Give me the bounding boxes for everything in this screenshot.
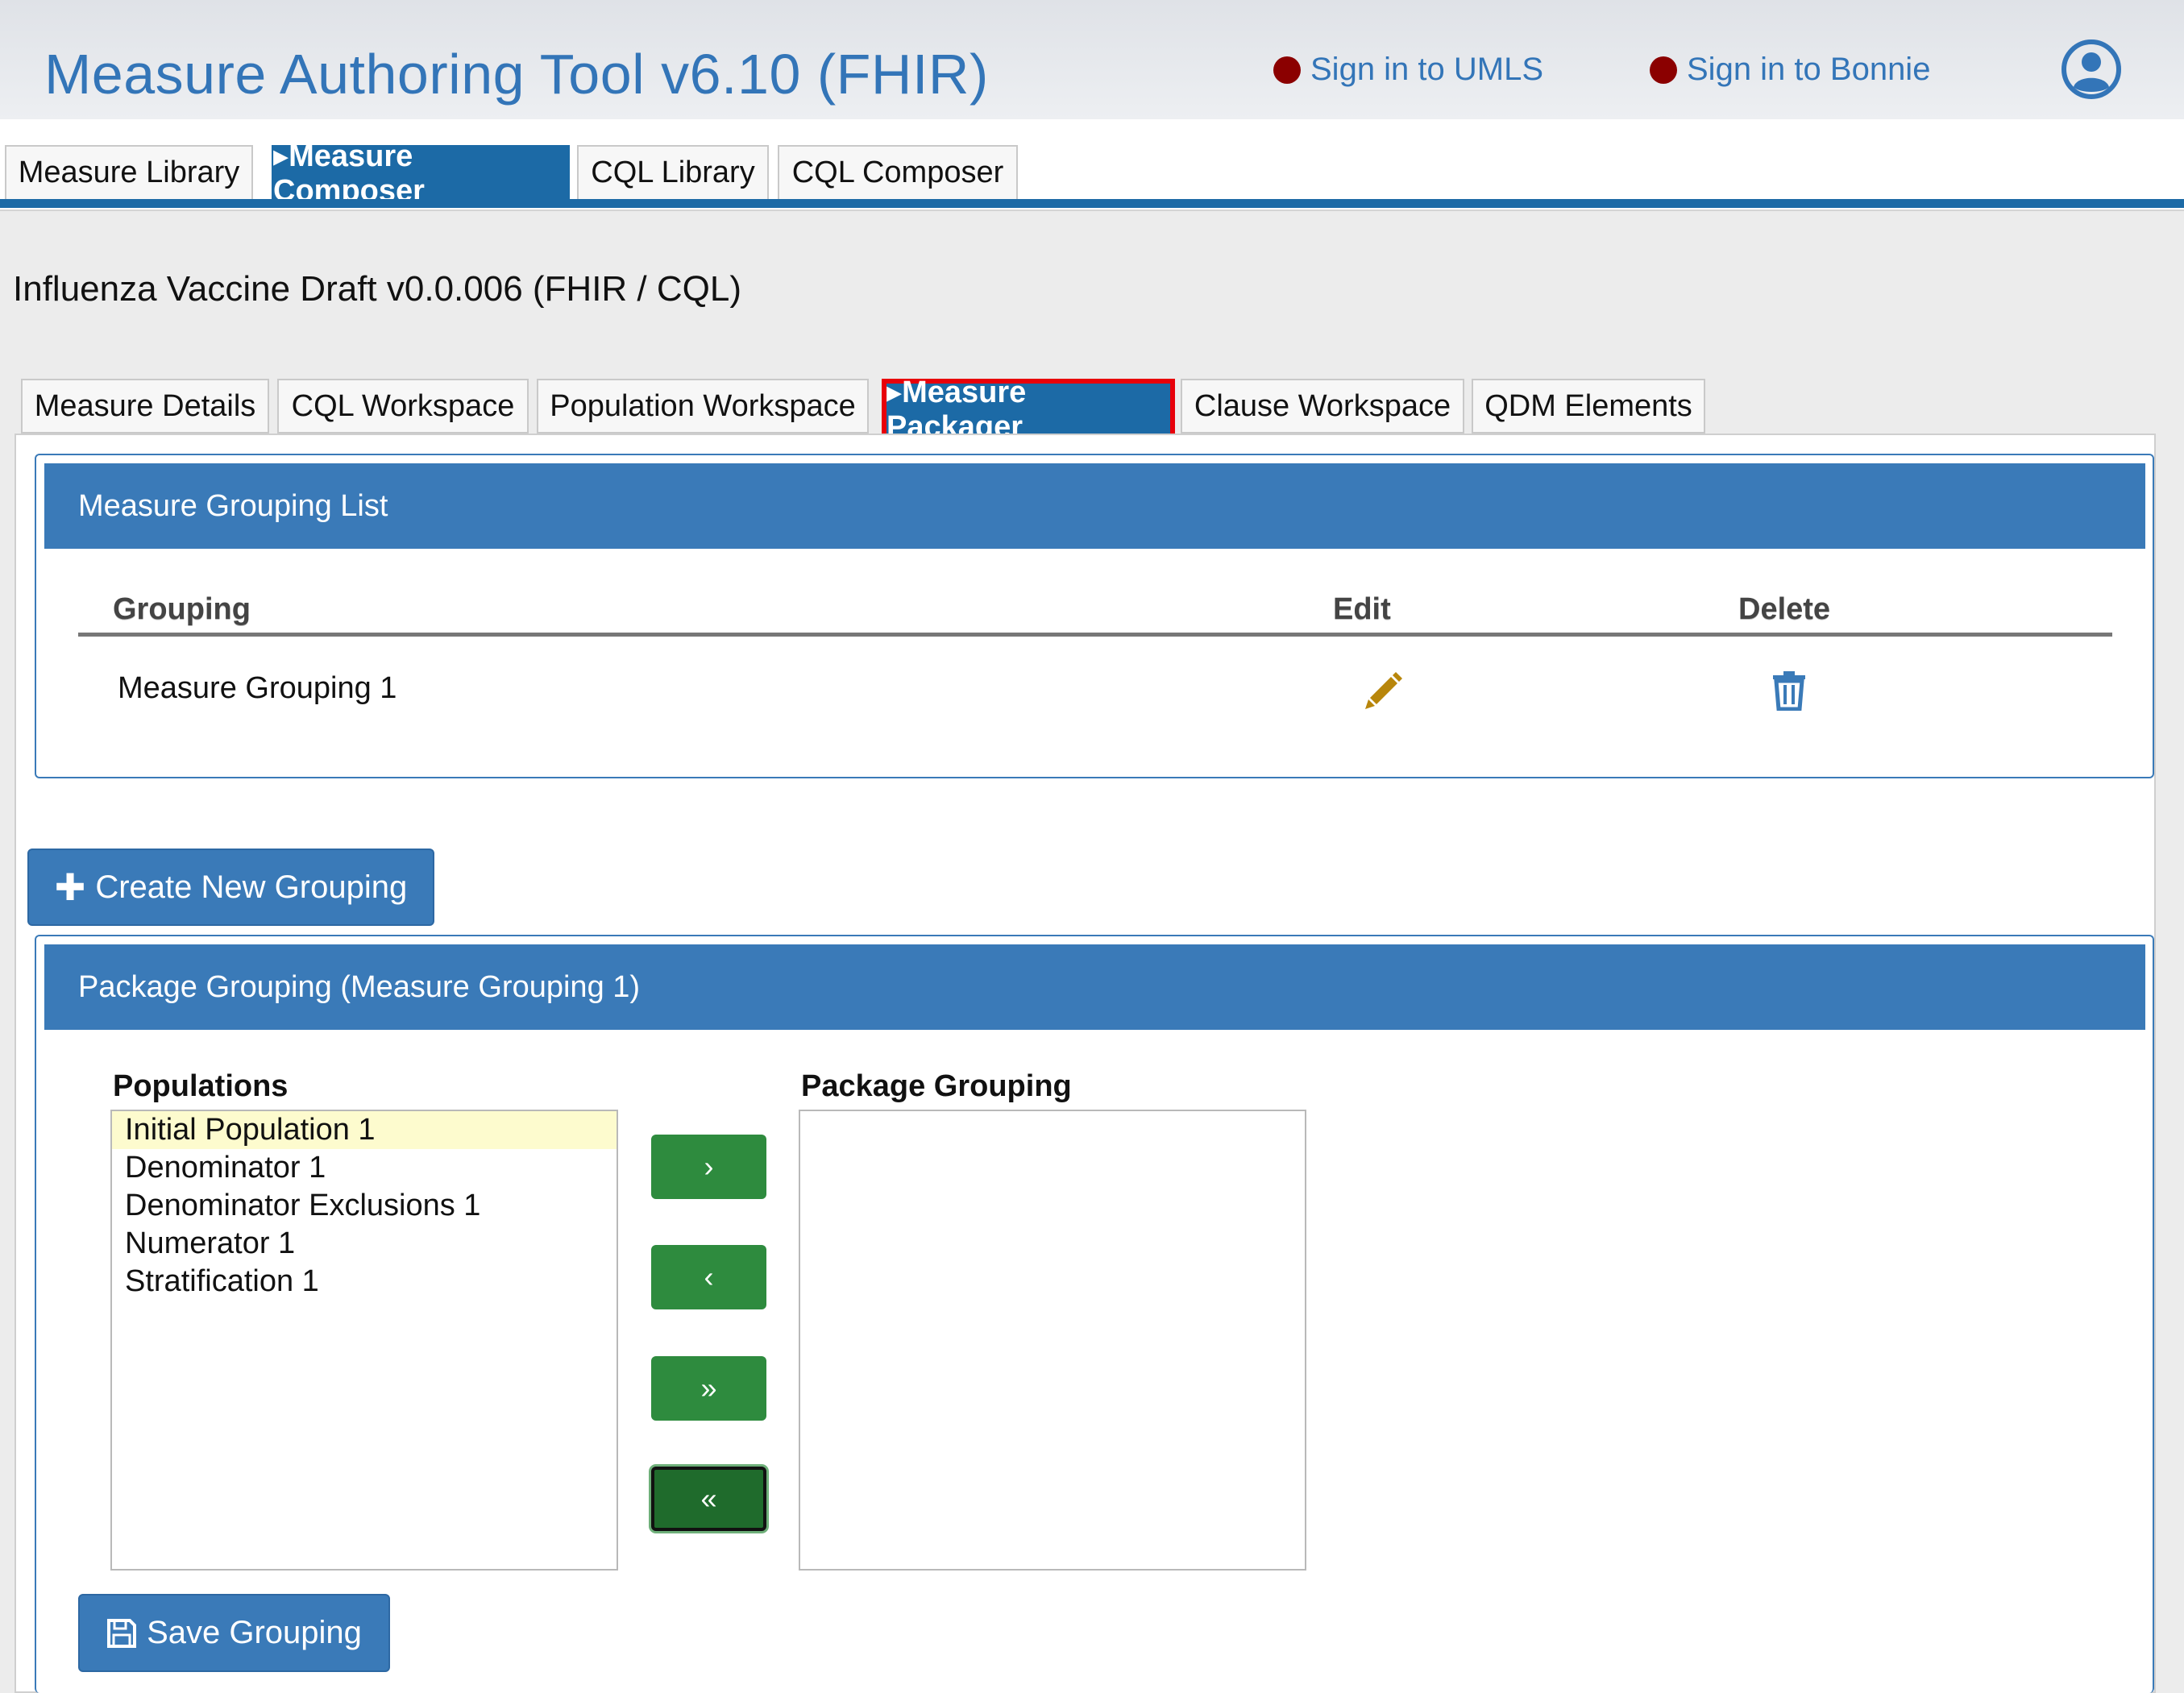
package-grouping-label: Package Grouping bbox=[801, 1069, 1072, 1103]
grouping-list-header: Measure Grouping List bbox=[44, 463, 2145, 549]
save-grouping-button[interactable]: Save Grouping bbox=[78, 1594, 390, 1672]
population-item[interactable]: Stratification 1 bbox=[112, 1263, 617, 1301]
column-header-delete: Delete bbox=[1738, 592, 1831, 626]
population-item[interactable]: Denominator Exclusions 1 bbox=[112, 1187, 617, 1225]
app-header: Measure Authoring Tool v6.10 (FHIR) Sign… bbox=[0, 0, 2184, 119]
column-header-grouping: Grouping bbox=[113, 592, 251, 626]
populations-label: Populations bbox=[113, 1069, 289, 1103]
pencil-icon[interactable] bbox=[1364, 669, 1404, 711]
floppy-disk-icon bbox=[107, 1618, 137, 1648]
package-grouping-listbox[interactable] bbox=[799, 1110, 1306, 1571]
remove-all-button[interactable]: « bbox=[651, 1467, 766, 1531]
top-nav-underline bbox=[0, 199, 2184, 208]
population-item[interactable]: Initial Population 1 bbox=[112, 1111, 617, 1149]
column-header-edit: Edit bbox=[1333, 592, 1391, 626]
trash-icon[interactable] bbox=[1771, 670, 1807, 711]
tab-qdm-elements[interactable]: QDM Elements bbox=[1472, 379, 1705, 434]
tab-cql-workspace[interactable]: CQL Workspace bbox=[277, 379, 529, 434]
tab-measure-packager[interactable]: ▸Measure Packager bbox=[882, 376, 1175, 444]
tab-cql-composer[interactable]: CQL Composer bbox=[778, 145, 1018, 199]
create-new-grouping-button[interactable]: ✚ Create New Grouping bbox=[27, 849, 434, 926]
sign-in-bonnie-label: Sign in to Bonnie bbox=[1687, 52, 1931, 87]
tab-measure-composer[interactable]: ▸Measure Composer bbox=[272, 139, 570, 208]
status-dot-icon bbox=[1273, 56, 1301, 84]
package-grouping-header: Package Grouping (Measure Grouping 1) bbox=[44, 944, 2145, 1030]
add-all-button[interactable]: » bbox=[651, 1356, 766, 1421]
population-item[interactable]: Denominator 1 bbox=[112, 1149, 617, 1187]
sign-in-bonnie-link[interactable]: Sign in to Bonnie bbox=[1650, 52, 1930, 88]
page-title: Influenza Vaccine Draft v0.0.006 (FHIR /… bbox=[13, 269, 741, 309]
status-dot-icon bbox=[1650, 56, 1677, 84]
save-grouping-label: Save Grouping bbox=[147, 1615, 362, 1650]
grouping-name-cell[interactable]: Measure Grouping 1 bbox=[118, 671, 397, 706]
add-selected-button[interactable]: › bbox=[651, 1135, 766, 1199]
population-item[interactable]: Numerator 1 bbox=[112, 1225, 617, 1263]
tab-clause-workspace[interactable]: Clause Workspace bbox=[1181, 379, 1464, 434]
sign-in-umls-label: Sign in to UMLS bbox=[1310, 52, 1544, 87]
sign-in-umls-link[interactable]: Sign in to UMLS bbox=[1273, 52, 1543, 88]
tab-measure-library[interactable]: Measure Library bbox=[5, 145, 253, 199]
create-new-grouping-label: Create New Grouping bbox=[95, 869, 408, 905]
table-header-divider bbox=[78, 633, 2112, 637]
populations-listbox[interactable]: Initial Population 1 Denominator 1 Denom… bbox=[110, 1110, 618, 1571]
tab-cql-library[interactable]: CQL Library bbox=[577, 145, 769, 199]
tab-population-workspace[interactable]: Population Workspace bbox=[537, 379, 869, 434]
plus-icon: ✚ bbox=[54, 866, 86, 908]
user-circle-icon[interactable] bbox=[2061, 39, 2122, 100]
remove-selected-button[interactable]: ‹ bbox=[651, 1245, 766, 1309]
tab-measure-details[interactable]: Measure Details bbox=[21, 379, 269, 434]
app-title: Measure Authoring Tool v6.10 (FHIR) bbox=[44, 43, 989, 106]
